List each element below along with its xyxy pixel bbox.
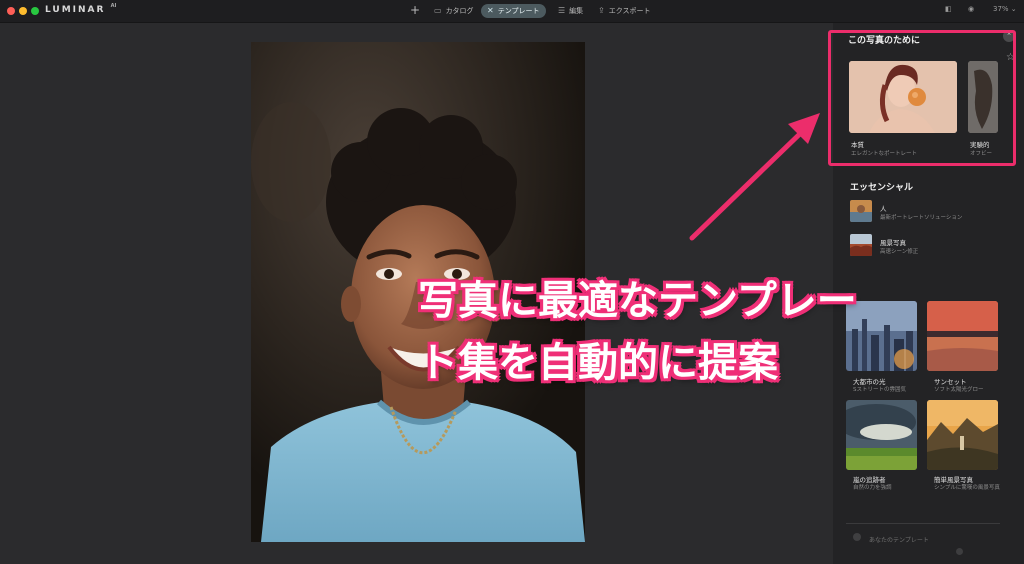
annotation-text-line-1: 写真に最適なテンプレー [418, 278, 857, 324]
annotation-text-line-2: ト集を自動的に提案 [418, 340, 778, 386]
